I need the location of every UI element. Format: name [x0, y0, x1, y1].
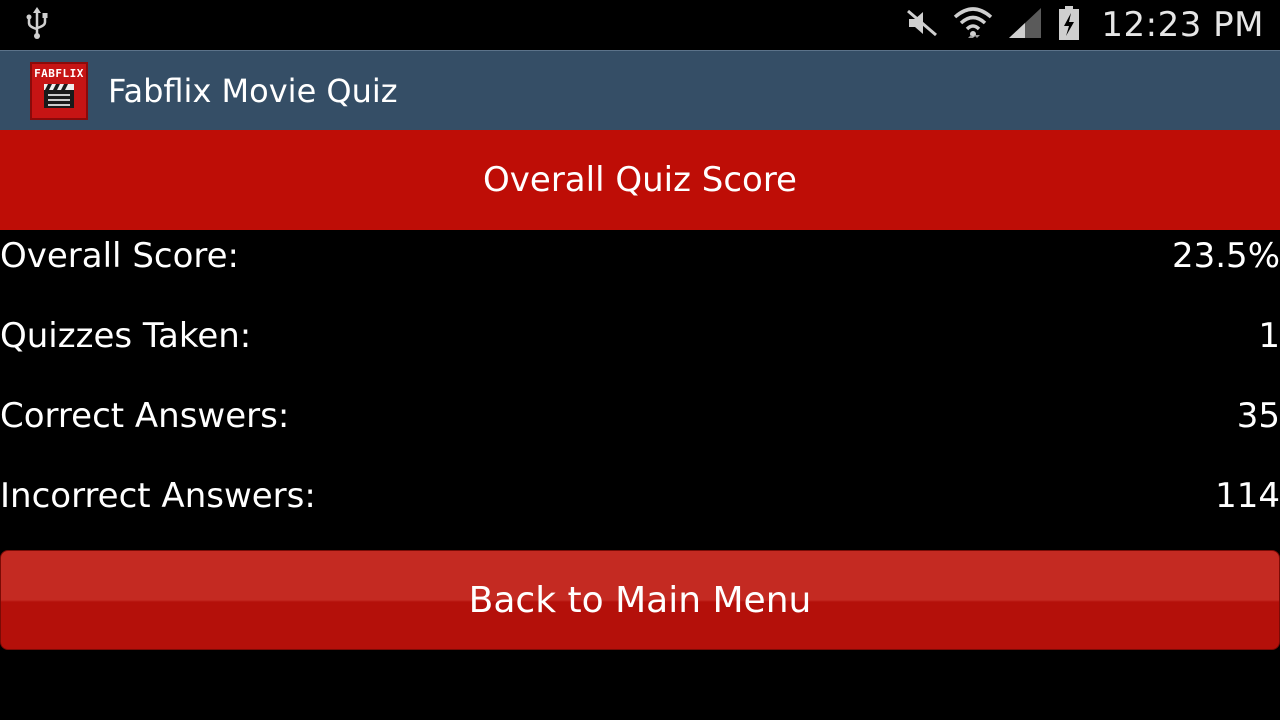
stat-label: Correct Answers: — [0, 396, 290, 436]
score-header: Overall Quiz Score — [0, 130, 1280, 230]
app-logo[interactable]: FABFLIX — [30, 61, 88, 120]
stat-row-overall-score: Overall Score: 23.5% — [0, 228, 1280, 284]
stat-row-correct-answers: Correct Answers: 35 — [0, 388, 1280, 444]
action-bar: FABFLIX Fabflix Movie Quiz — [0, 50, 1280, 130]
status-bar: 12:23 PM — [0, 0, 1280, 50]
back-to-main-menu-button[interactable]: Back to Main Menu — [0, 550, 1280, 650]
stat-label: Overall Score: — [0, 236, 239, 276]
status-clock: 12:23 PM — [1101, 5, 1264, 45]
stat-value: 35 — [1236, 396, 1280, 436]
stat-row-incorrect-answers: Incorrect Answers: 114 — [0, 468, 1280, 524]
app-title: Fabflix Movie Quiz — [108, 71, 398, 110]
stat-value: 1 — [1258, 316, 1280, 356]
back-button-label: Back to Main Menu — [468, 579, 812, 621]
stat-label: Quizzes Taken: — [0, 316, 252, 356]
stat-value: 23.5% — [1171, 236, 1280, 276]
mute-icon — [905, 8, 939, 42]
signal-icon — [1007, 6, 1043, 44]
score-header-title: Overall Quiz Score — [483, 160, 797, 200]
clapperboard-icon — [42, 80, 76, 114]
stat-label: Incorrect Answers: — [0, 476, 316, 516]
usb-icon — [24, 6, 50, 44]
stat-row-quizzes-taken: Quizzes Taken: 1 — [0, 308, 1280, 364]
wifi-icon — [953, 5, 993, 45]
battery-charging-icon — [1057, 5, 1081, 45]
app-logo-text: FABFLIX — [34, 66, 84, 80]
stat-value: 114 — [1215, 476, 1280, 516]
